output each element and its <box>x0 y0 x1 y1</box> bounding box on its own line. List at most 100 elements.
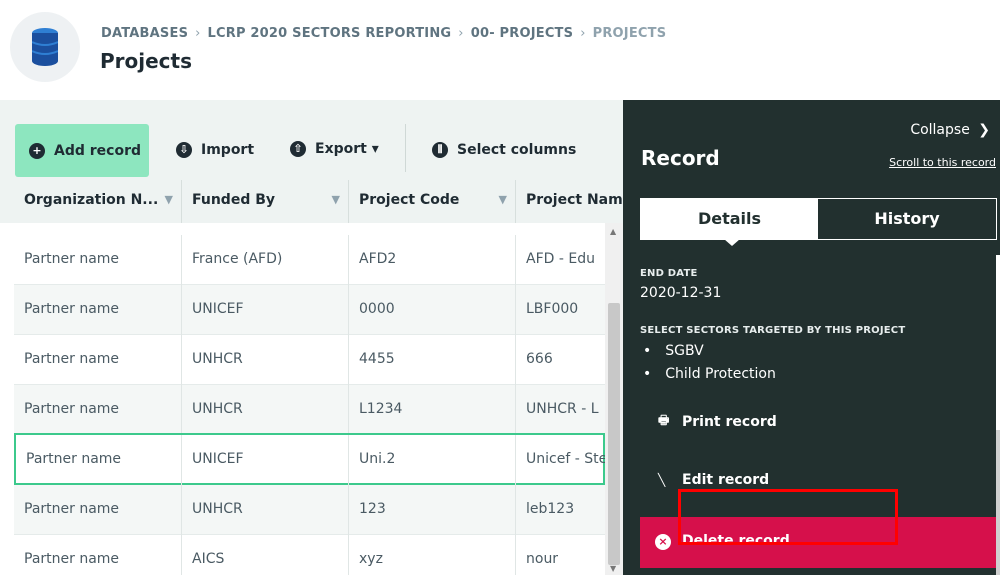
table-cell: nour <box>526 551 559 567</box>
table-row[interactable]: Partner name UNHCR 123 leb123 <box>14 485 605 535</box>
table-header: Organization N... ▼ Funded By ▼ Project … <box>0 180 623 223</box>
table-cell: UNHCR <box>182 335 349 385</box>
column-header-label: Organization N... <box>24 192 159 208</box>
table-row[interactable]: Partner name France (AFD) AFD2 AFD - Edu <box>14 235 605 285</box>
table-row[interactable]: Partner name AICS xyz nour <box>14 535 605 575</box>
table-cell: UNHCR - L <box>526 401 599 417</box>
edit-record-button[interactable]: ╲ Edit record <box>658 472 769 488</box>
table-cell: France (AFD) <box>182 235 349 285</box>
add-record-button[interactable]: + Add record <box>15 124 149 177</box>
table-cell: UNICEF <box>182 435 349 485</box>
print-record-button[interactable]: 🖶 Print record <box>658 411 777 432</box>
table-scrollbar[interactable]: ▲ ▼ <box>605 223 623 575</box>
table-cell: leb123 <box>526 501 575 517</box>
breadcrumb-separator-icon: › <box>580 26 586 41</box>
table-cell: Partner name <box>14 335 182 385</box>
column-header-label: Funded By <box>192 192 276 208</box>
sectors-label: SELECT SECTORS TARGETED BY THIS PROJECT <box>640 325 906 336</box>
table-row-selected[interactable]: Partner name UNICEF Uni.2 Unicef - Ste <box>14 433 605 485</box>
panel-scrollbar[interactable] <box>996 255 1000 575</box>
filter-icon[interactable]: ▼ <box>499 180 507 220</box>
columns-icon: ⦀ <box>432 142 448 158</box>
active-tab-caret-icon <box>724 239 740 246</box>
select-columns-label: Select columns <box>457 142 577 158</box>
table-cell: UNHCR <box>182 485 349 535</box>
table-body: Partner name France (AFD) AFD2 AFD - Edu… <box>14 223 605 575</box>
end-date-label: END DATE <box>640 268 698 279</box>
column-header-label: Project Code <box>359 192 460 208</box>
table-row[interactable]: Partner name UNICEF 0000 LBF000 <box>14 285 605 335</box>
column-header-label: Project Name <box>526 192 623 208</box>
scroll-to-record-link[interactable]: Scroll to this record <box>889 156 996 169</box>
table-cell: xyz <box>349 535 516 575</box>
table-cell: UNHCR <box>182 385 349 435</box>
table-cell: AFD2 <box>349 235 516 285</box>
select-columns-button[interactable]: ⦀ Select columns <box>432 133 576 167</box>
column-header-funded-by[interactable]: Funded By ▼ <box>182 180 349 223</box>
pencil-icon: ╲ <box>658 473 666 487</box>
breadcrumb-databases[interactable]: DATABASES <box>101 26 188 41</box>
annotation-highlight-box <box>678 489 898 545</box>
panel-scrollbar-thumb[interactable] <box>996 430 1000 575</box>
chevron-right-icon: ❯ <box>978 122 990 138</box>
import-label: Import <box>201 142 255 158</box>
edit-record-label: Edit record <box>682 472 770 488</box>
table-cell: Partner name <box>14 385 182 435</box>
collapse-button[interactable]: Collapse ❯ <box>910 122 990 138</box>
tab-details[interactable]: Details <box>641 199 818 239</box>
column-header-project-code[interactable]: Project Code ▼ <box>349 180 516 223</box>
tab-history[interactable]: History <box>818 199 996 239</box>
table-cell: Partner name <box>14 235 182 285</box>
table-cell: Partner name <box>14 535 182 575</box>
record-title: Record <box>641 146 720 170</box>
table-cell: AFD - Edu <box>526 251 595 267</box>
column-header-project-name[interactable]: Project Name <box>516 180 623 223</box>
export-button[interactable]: ⇧ Export ▾ <box>290 132 379 166</box>
print-icon: 🖶 <box>658 413 670 427</box>
table-cell: Partner name <box>16 435 182 485</box>
plus-icon: + <box>29 142 45 159</box>
table-cell: 0000 <box>349 285 516 335</box>
scroll-down-icon[interactable]: ▼ <box>610 564 616 573</box>
scrollbar-thumb[interactable] <box>608 303 620 565</box>
database-icon <box>10 12 80 82</box>
table-cell: Partner name <box>14 485 182 535</box>
print-record-label: Print record <box>682 413 777 430</box>
table-row[interactable]: Partner name UNHCR 4455 666 <box>14 335 605 385</box>
table-cell: L1234 <box>349 385 516 435</box>
column-header-organization[interactable]: Organization N... ▼ <box>14 180 182 223</box>
collapse-label: Collapse <box>910 122 970 138</box>
sector-item: Child Protection <box>643 366 776 382</box>
sector-item: SGBV <box>643 343 704 359</box>
export-icon: ⇧ <box>290 141 306 157</box>
page-title: Projects <box>100 49 193 73</box>
export-label: Export ▾ <box>315 141 379 157</box>
table-cell: AICS <box>182 535 349 575</box>
table-toolbar: + Add record ⇩ Import ⇧ Export ▾ ⦀ Selec… <box>0 100 623 180</box>
table-cell: LBF000 <box>526 301 579 317</box>
breadcrumb: DATABASES › LCRP 2020 SECTORS REPORTING › 00… <box>101 26 666 41</box>
record-tabs: Details History <box>640 198 997 246</box>
table-row[interactable]: Partner name UNHCR L1234 UNHCR - L <box>14 385 605 435</box>
table-cell: 4455 <box>349 335 516 385</box>
toolbar-divider <box>405 124 406 172</box>
breadcrumb-current: PROJECTS <box>592 26 667 41</box>
scroll-up-icon[interactable]: ▲ <box>610 227 616 236</box>
breadcrumb-separator-icon: › <box>458 26 464 41</box>
import-icon: ⇩ <box>176 142 192 158</box>
breadcrumb-lcrp-database[interactable]: LCRP 2020 SECTORS REPORTING <box>208 26 452 41</box>
filter-icon[interactable]: ▼ <box>332 180 340 220</box>
import-button[interactable]: ⇩ Import <box>176 133 254 167</box>
table-cell: 123 <box>349 485 516 535</box>
end-date-value: 2020-12-31 <box>640 285 722 301</box>
table-cell: UNICEF <box>182 285 349 335</box>
table-cell: 666 <box>526 351 553 367</box>
table-cell: Uni.2 <box>349 435 516 485</box>
breadcrumb-separator-icon: › <box>195 26 201 41</box>
breadcrumb-folder[interactable]: 00- PROJECTS <box>471 26 574 41</box>
add-record-label: Add record <box>54 142 141 159</box>
filter-icon[interactable]: ▼ <box>165 180 173 220</box>
page-header: DATABASES › LCRP 2020 SECTORS REPORTING › 00… <box>0 0 1000 100</box>
table-cell: Unicef - Ste <box>526 451 605 467</box>
table-cell: Partner name <box>14 285 182 335</box>
